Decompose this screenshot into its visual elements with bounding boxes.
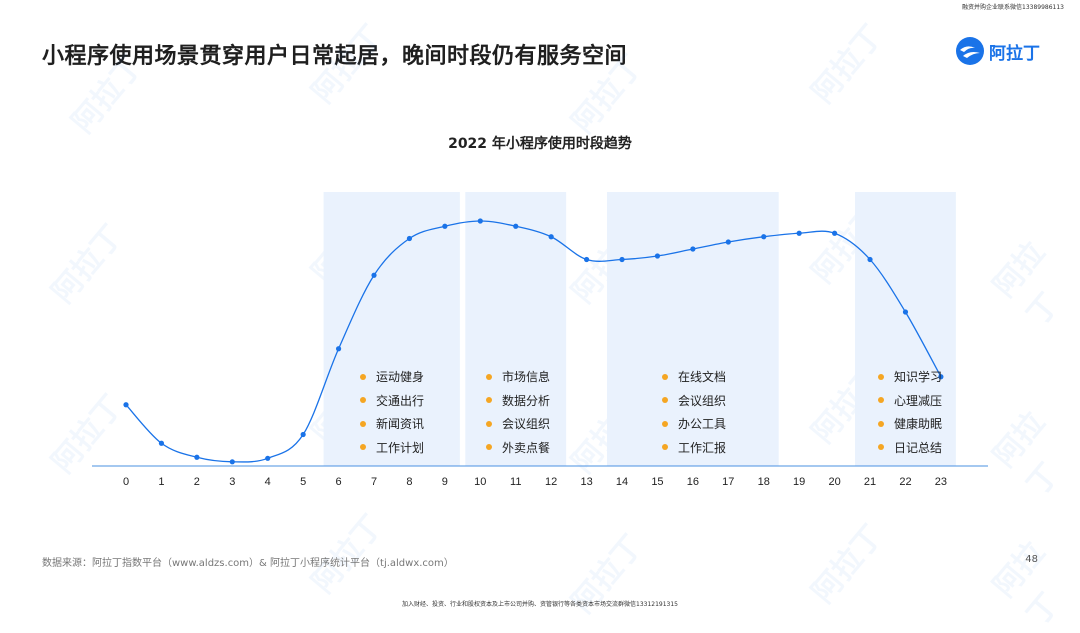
x-tick-label: 17	[722, 476, 734, 488]
x-tick-label: 5	[300, 476, 306, 488]
bullet-dot-icon	[878, 397, 884, 403]
activity-label: 会议组织	[502, 417, 551, 431]
bullet-dot-icon	[878, 373, 884, 380]
activity-label: 交通出行	[376, 393, 425, 408]
data-point	[158, 440, 165, 446]
data-point	[300, 431, 306, 438]
activity-item: 办公工具	[662, 415, 726, 432]
activity-item: 运动健身	[360, 368, 424, 385]
activity-label: 工作汇报	[678, 440, 727, 455]
bullet-dot-icon	[486, 420, 492, 427]
activity-item: 会议组织	[662, 392, 726, 409]
x-tick-label: 21	[864, 476, 876, 488]
data-point	[761, 234, 767, 240]
data-point	[867, 256, 873, 263]
data-point	[371, 272, 377, 278]
activity-item: 在线文档	[662, 368, 726, 385]
bullet-dot-icon	[662, 373, 668, 380]
activity-item: 工作计划	[360, 439, 424, 456]
data-point	[654, 253, 661, 259]
activity-item: 知识学习	[878, 368, 942, 385]
bullet-dot-icon	[878, 444, 884, 450]
activity-label: 新闻资讯	[376, 417, 425, 431]
activity-item: 心理减压	[878, 392, 942, 409]
x-tick-label: 14	[616, 476, 628, 488]
x-tick-label: 18	[758, 476, 770, 488]
activity-label: 日记总结	[894, 440, 943, 455]
x-tick-label: 11	[510, 476, 521, 488]
activity-item: 新闻资讯	[360, 415, 424, 432]
activity-label: 健康助眠	[894, 417, 943, 431]
activity-item: 日记总结	[878, 439, 942, 456]
activity-label: 工作计划	[376, 440, 425, 455]
activity-label: 会议组织	[678, 393, 727, 408]
x-tick-label: 3	[229, 476, 235, 488]
x-tick-label: 9	[442, 476, 448, 488]
bullet-dot-icon	[486, 373, 492, 380]
data-source-note: 数据来源：阿拉丁指数平台（www.aldzs.com）& 阿拉丁小程序统计平台（…	[42, 558, 454, 569]
x-tick-label: 20	[828, 476, 840, 488]
data-point	[406, 235, 413, 242]
x-tick-label: 22	[899, 476, 911, 488]
x-tick-label: 1	[158, 476, 164, 488]
data-point	[442, 223, 448, 229]
x-tick-label: 16	[687, 476, 699, 488]
x-tick-label: 0	[123, 476, 129, 488]
x-tick-labels: 0 1 2 3 4 5 6 7 8 9 10 11 12 13 14 15 16 17 18 19 20 21 22 23	[123, 476, 947, 488]
activity-item: 交通出行	[360, 392, 424, 409]
x-tick-label: 8	[406, 476, 412, 488]
data-point	[832, 230, 838, 236]
bullet-dot-icon	[360, 420, 366, 427]
activity-item: 外卖点餐	[486, 439, 550, 456]
x-tick-label: 23	[935, 476, 947, 488]
activity-item: 数据分析	[486, 392, 550, 409]
activity-label: 在线文档	[678, 370, 727, 384]
activity-label: 办公工具	[678, 417, 727, 431]
activity-item: 会议组织	[486, 415, 550, 432]
activity-label: 知识学习	[894, 370, 943, 384]
bullet-dot-icon	[878, 420, 884, 427]
data-point	[725, 239, 731, 245]
data-point	[123, 402, 129, 408]
x-tick-label: 7	[371, 476, 377, 488]
data-point	[619, 256, 625, 263]
x-tick-label: 13	[580, 476, 592, 488]
activity-label: 市场信息	[502, 370, 551, 384]
data-point	[513, 223, 519, 229]
data-point	[690, 246, 696, 252]
page-number: 48	[1025, 554, 1038, 565]
usage-trend-chart: 0 1 2 3 4 5 6 7 8 9 10 11 12 13 14 15 16 17 18 19 20 21 22 23	[92, 192, 988, 488]
data-point	[796, 230, 802, 236]
data-point	[548, 234, 554, 240]
activity-item: 工作汇报	[662, 439, 726, 456]
bullet-dot-icon	[360, 373, 366, 380]
bullet-dot-icon	[662, 444, 668, 450]
bullet-dot-icon	[486, 397, 492, 403]
data-point	[583, 256, 590, 263]
activity-item: 市场信息	[486, 368, 550, 385]
activity-label: 心理减压	[894, 393, 943, 408]
x-tick-label: 15	[651, 476, 663, 488]
x-tick-label: 10	[474, 476, 486, 488]
bullet-dot-icon	[662, 397, 668, 403]
x-tick-label: 6	[336, 476, 342, 488]
data-point	[194, 454, 200, 460]
activity-label: 外卖点餐	[502, 440, 551, 455]
activity-label: 运动健身	[376, 370, 425, 384]
x-tick-label: 12	[545, 476, 557, 488]
bullet-dot-icon	[662, 420, 668, 427]
data-point	[265, 455, 271, 461]
bullet-dot-icon	[360, 444, 366, 450]
activity-label: 数据分析	[502, 393, 551, 408]
bullet-dot-icon	[486, 444, 492, 450]
bullet-dot-icon	[360, 397, 366, 403]
activity-item: 健康助眠	[878, 415, 942, 432]
data-point	[335, 346, 342, 352]
x-tick-label: 4	[265, 476, 271, 488]
data-point	[477, 218, 483, 224]
data-point	[902, 309, 909, 315]
data-point	[229, 459, 235, 465]
x-tick-label: 2	[194, 476, 200, 488]
x-tick-label: 19	[793, 476, 805, 488]
